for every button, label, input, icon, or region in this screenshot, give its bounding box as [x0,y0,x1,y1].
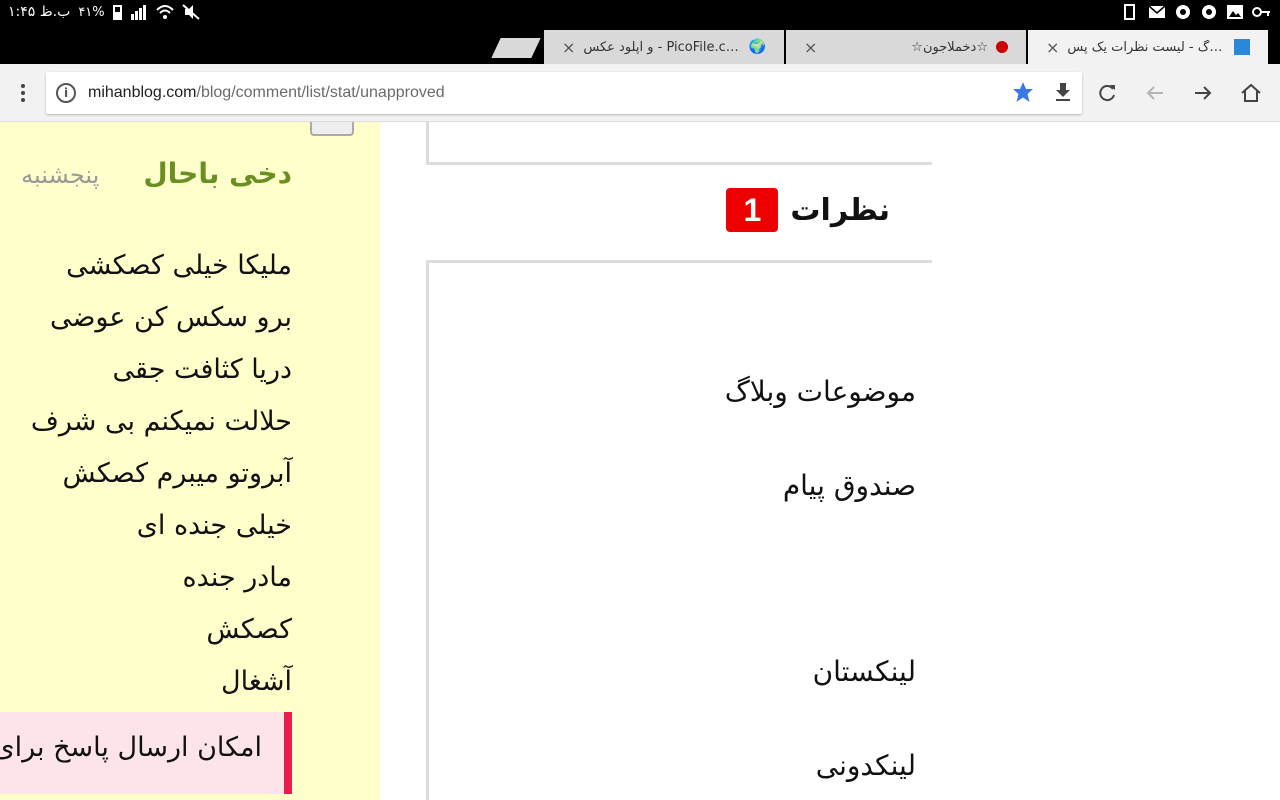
chrome-icon [1174,4,1192,20]
signal-icon [130,4,148,20]
comment-line: کصکش [206,614,292,645]
comments-header[interactable]: نظرات 1 [726,188,890,232]
links-box: موضوعات وبلاگ صندوق پیام لینکستان لینکدو… [426,260,932,800]
link-linkestan[interactable]: لینکستان [813,655,916,688]
link-blog-topics[interactable]: موضوعات وبلاگ [725,375,916,408]
wifi-icon [155,4,174,20]
comments-count-badge[interactable]: 1 [726,188,779,232]
status-right [1122,4,1270,20]
comment-line: مادر جنده [182,562,293,593]
url-host: mihanblog.com [88,84,197,101]
link-inbox[interactable]: صندوق پیام [783,469,916,502]
comment-line: برو سکس کن عوضی [49,302,292,333]
close-icon[interactable]: × [562,38,575,57]
reply-notice: امکان ارسال پاسخ برای [0,712,292,794]
image-icon [1226,4,1244,20]
device-icon [1122,4,1140,20]
status-left: ۱:۴۵ ب.ظ ۴۱% [8,4,200,20]
post-day: پنجشنبه [21,161,100,189]
page-content: دخی باحال پنجشنبه ملیکا خیلی کصکشی برو س… [0,122,1280,800]
tab-title: ☆دخملاجون☆ [911,39,988,55]
menu-icon[interactable] [10,80,36,106]
url-path: /blog/comment/list/stat/unapproved [196,84,445,101]
comment-line: حلالت نمیکنم بی شرف [30,406,292,437]
battery-percent-label: ۴۱% [78,4,105,20]
comment-line: ملیکا خیلی کصکشی [66,250,292,281]
mihanblog-favicon-icon [1234,39,1250,55]
tab-mihanblog[interactable]: × میهن بلاگ - لیست نظرات یک پس [1028,30,1268,64]
mail-icon [1148,4,1166,20]
sidebar: دخی باحال پنجشنبه ملیکا خیلی کصکشی برو س… [0,122,380,800]
star-icon[interactable] [1012,81,1034,107]
download-icon[interactable] [1054,82,1072,106]
battery-icon [112,4,122,20]
home-icon[interactable] [1238,80,1264,106]
status-time: ۱:۴۵ ب.ظ [8,4,71,20]
reload-icon[interactable] [1094,80,1120,106]
close-icon[interactable]: × [804,38,817,57]
browser-toolbar: i mihanblog.com/blog/comment/list/stat/u… [0,64,1280,122]
comments-title[interactable]: نظرات [790,193,890,228]
comment-line: آشغال [221,666,292,697]
url-text[interactable]: mihanblog.com/blog/comment/list/stat/una… [88,84,445,102]
back-icon[interactable] [1142,80,1168,106]
author-name[interactable]: دخی باحال [143,157,292,190]
tab-title: و آپلود عکس - PicoFile.com [583,39,741,55]
close-icon[interactable]: × [1046,38,1059,57]
comment-line: خیلی جنده ای [136,510,292,541]
info-icon[interactable]: i [56,83,76,103]
tab-title: میهن بلاگ - لیست نظرات یک پس [1067,39,1226,55]
new-tab-button[interactable] [491,38,541,58]
comment-line: آبروتو میبرم کصکش [62,458,292,489]
favicon-icon [996,41,1008,53]
sidebar-header: دخی باحال پنجشنبه [21,157,292,190]
tab-picofile[interactable]: × و آپلود عکس - PicoFile.com 🌍 [544,30,784,64]
tab-strip: × و آپلود عکس - PicoFile.com 🌍 × ☆دخملاج… [0,26,1280,64]
chrome-icon-2 [1200,4,1218,20]
forward-icon[interactable] [1190,80,1216,106]
mute-icon [181,4,200,20]
globe-icon: 🌍 [748,39,766,55]
link-linkdooni[interactable]: لینکدونی [816,749,916,782]
main-panel: نظرات 1 موضوعات وبلاگ صندوق پیام لینکستا… [426,122,932,800]
previous-box [426,122,932,165]
scroll-handle[interactable] [310,122,354,136]
status-bar: ۱:۴۵ ب.ظ ۴۱% [0,0,1280,26]
tab-dokhmalajoon[interactable]: × ☆دخملاجون☆ [786,30,1026,64]
key-icon [1252,4,1270,20]
address-bar[interactable]: i mihanblog.com/blog/comment/list/stat/u… [46,72,1082,114]
reply-notice-text: امکان ارسال پاسخ برای [0,732,262,763]
comment-body: ملیکا خیلی کصکشی برو سکس کن عوضی دریا کث… [31,240,292,708]
comment-line: دریا کثافت جقی [112,354,292,385]
